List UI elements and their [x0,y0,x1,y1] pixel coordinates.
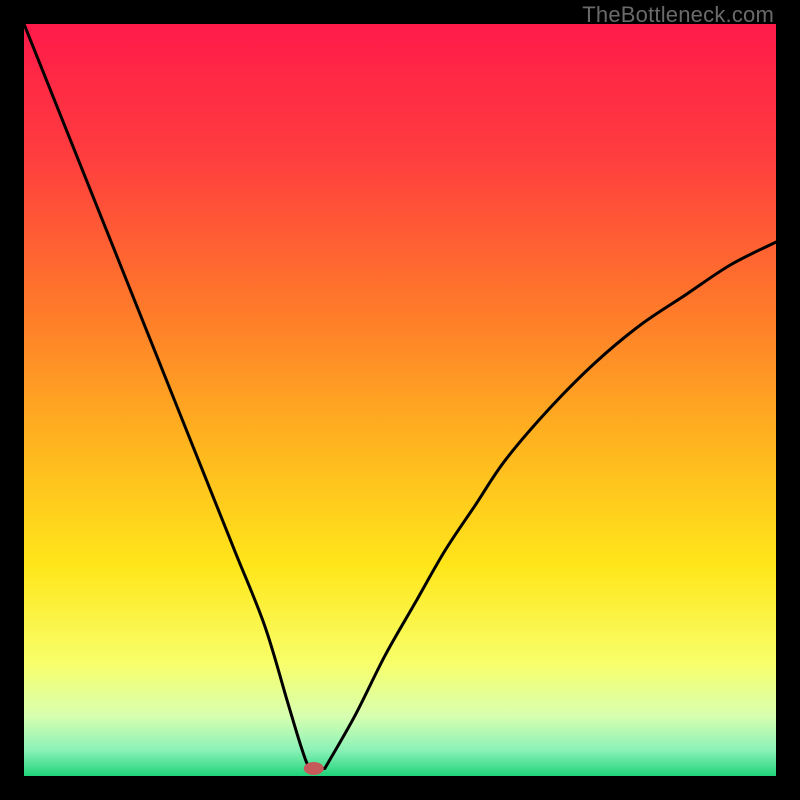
optimal-point-marker [304,762,324,775]
watermark-text: TheBottleneck.com [582,2,774,28]
gradient-background [24,24,776,776]
bottleneck-chart [24,24,776,776]
chart-frame [24,24,776,776]
